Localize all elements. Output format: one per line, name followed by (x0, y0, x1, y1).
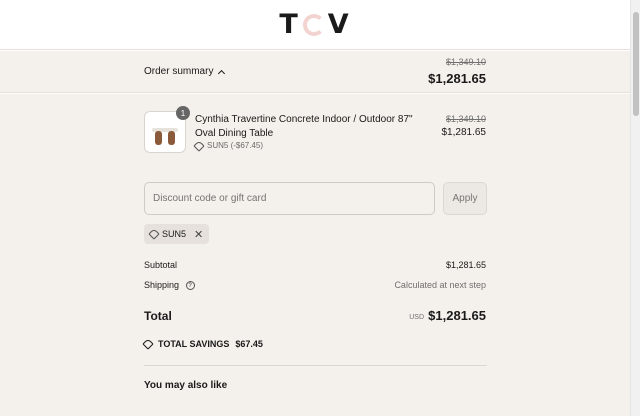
total-label: Total (144, 309, 172, 323)
tag-icon (193, 139, 205, 152)
divider (144, 365, 487, 366)
product-discount-text: SUN5 (-$67.45) (207, 141, 264, 150)
logo-ring-icon (302, 13, 325, 36)
total-savings: TOTAL SAVINGS $67.45 (142, 338, 263, 350)
total-value: $1,281.65 (428, 308, 486, 323)
shipping-value: Calculated at next step (394, 280, 486, 290)
tag-icon (148, 228, 160, 240)
order-summary-label: Order summary (144, 66, 214, 77)
product-discount: SUN5 (-$67.45) (193, 139, 264, 152)
logo-letter-t: T (279, 9, 300, 40)
site-header: T V (0, 0, 630, 50)
logo-letter-v: V (327, 9, 351, 40)
order-summary-panel: 1 Cynthia Travertine Concrete Indoor / O… (0, 94, 630, 416)
summary-total: $1,281.65 (428, 71, 486, 86)
total-savings-amount: $67.45 (235, 339, 263, 349)
shipping-label: Shipping (144, 280, 180, 290)
total-savings-label: TOTAL SAVINGS (158, 339, 230, 349)
discount-code-input[interactable] (144, 182, 435, 215)
order-summary-toggle[interactable]: Order summary (144, 66, 226, 77)
shipping-row: Shipping ? (144, 280, 195, 291)
tov-logo[interactable]: T V (279, 9, 350, 40)
product-name: Cynthia Travertine Concrete Indoor / Out… (195, 114, 413, 139)
close-icon[interactable]: ✕ (194, 228, 203, 241)
applied-code-chip: SUN5 ✕ (144, 224, 210, 244)
chevron-up-icon (218, 69, 226, 77)
order-summary-bar: Order summary $1,349.10 $1,281.65 (0, 51, 630, 93)
you-may-also-like-heading: You may also like (144, 380, 228, 391)
scrollbar[interactable] (630, 0, 640, 416)
summary-original-total: $1,349.10 (445, 57, 486, 67)
table-leg-shape (155, 131, 162, 145)
subtotal-label: Subtotal (144, 260, 178, 270)
help-icon[interactable]: ? (185, 281, 195, 291)
total-currency: USD (409, 314, 424, 321)
product-price: $1,281.65 (441, 127, 487, 138)
subtotal-value: $1,281.65 (445, 260, 486, 270)
scrollbar-thumb[interactable] (633, 12, 639, 116)
product-original-price: $1,349.10 (445, 114, 486, 124)
apply-button[interactable]: Apply (443, 182, 487, 215)
quantity-badge: 1 (176, 106, 190, 120)
tag-icon (142, 338, 154, 350)
applied-code-text: SUN5 (162, 229, 187, 239)
table-leg-shape (168, 131, 175, 145)
